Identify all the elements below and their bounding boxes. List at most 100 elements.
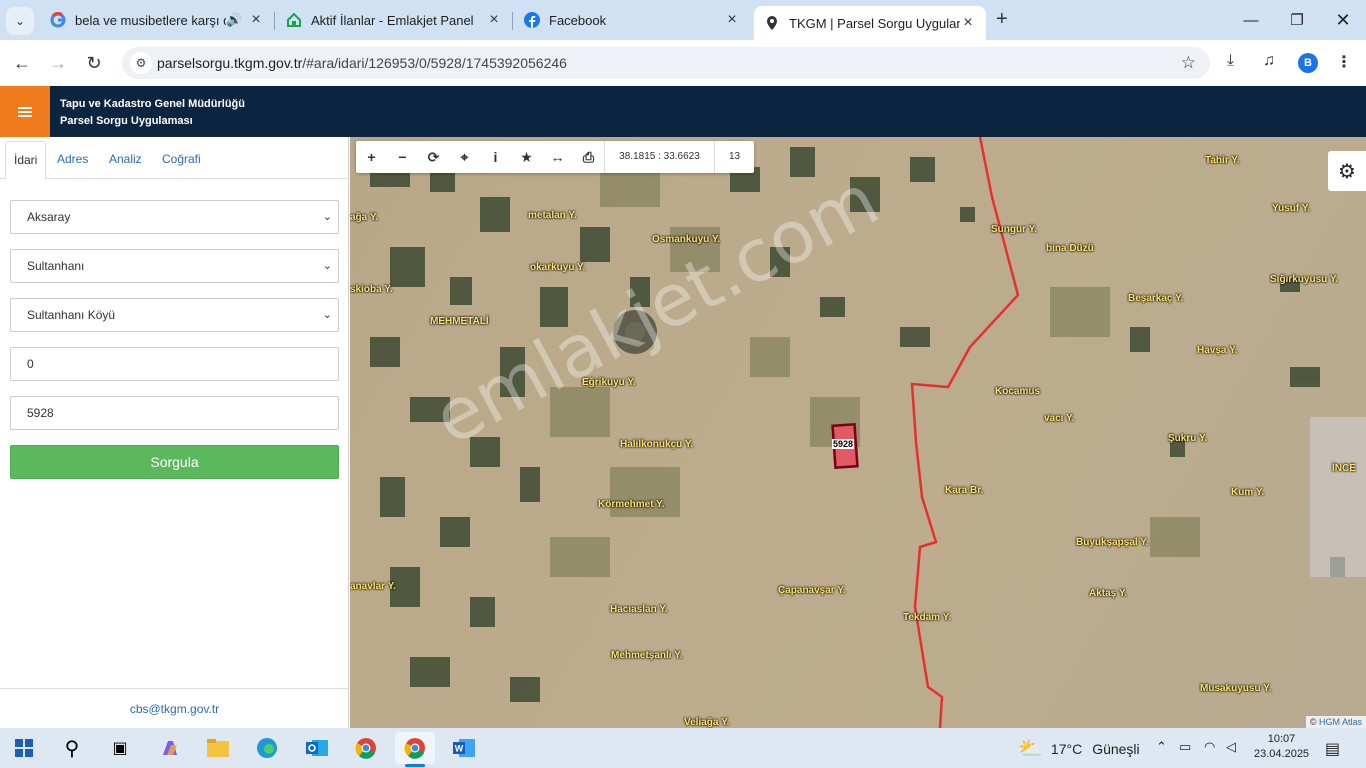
tab-search-button[interactable]: ⌄ [6,7,34,35]
chevron-up-icon[interactable]: ⌃ [1156,739,1167,755]
place-label: Körmehmet Y. [598,499,665,510]
menu-button[interactable] [0,86,50,137]
district-select[interactable]: Sultanhanı ⌄ [10,249,339,283]
browser-tab-tkgm[interactable]: TKGM | Parsel Sorgu Uygulamas × [754,6,986,40]
outlook-icon[interactable] [297,732,337,764]
place-label: Çapanavşar Y. [778,585,846,596]
place-label: Sungur Y. [991,224,1037,235]
emlakjet-icon [286,12,302,28]
time: 10:07 [1267,733,1296,745]
chrome-icon[interactable] [346,732,386,764]
windows-start-icon[interactable] [4,732,44,764]
chrome-active-icon[interactable] [395,732,435,767]
block-input[interactable]: 0 [10,347,339,381]
close-tab-icon[interactable]: × [248,11,264,29]
settings-gear-icon[interactable]: ⚙ [1328,151,1366,191]
browser-tab-emlakjet[interactable]: Aktif İlanlar - Emlakjet Panel × [276,0,512,40]
wifi-icon[interactable]: ◠ [1204,739,1215,755]
url-path: /#ara/idari/126953/0/5928/1745392056246 [302,55,567,71]
locate-icon[interactable]: ⌖ [449,141,480,173]
place-label: Mehmetşanlı Y. [611,650,683,661]
info-icon[interactable]: i [480,141,511,173]
sun-cloud-icon: ⛅ [1018,738,1043,760]
place-label: Yusuf Y. [1272,203,1311,214]
word-icon[interactable]: W [444,732,484,764]
query-sidebar: İdari Adres Analiz Coğrafi Aksaray ⌄ Sul… [0,137,349,728]
url-text[interactable]: parselsorgu.tkgm.gov.tr/#ara/idari/12695… [157,55,567,71]
star-icon[interactable]: ★ [511,141,542,173]
close-tab-icon[interactable]: × [486,11,502,29]
more-menu-icon[interactable]: ⋮ [1336,52,1352,72]
task-view-icon[interactable]: ▣ [100,732,140,764]
close-icon: ✕ [1335,9,1351,30]
place-label: bina Düzü [1046,243,1094,254]
district-value: Sultanhanı [27,259,85,273]
close-tab-icon[interactable]: × [960,14,976,32]
speaker-icon[interactable]: 🔊 [226,12,242,28]
map-view[interactable]: emlakjet.com metalan Y. Osmankuyu Y. okark… [350,137,1366,728]
volume-icon[interactable]: ◁ [1226,739,1236,755]
search-icon[interactable]: ⚲ [52,732,92,764]
battery-icon[interactable]: ▭ [1179,739,1191,755]
hamburger-icon [18,110,32,113]
print-icon[interactable]: ⎙ [573,141,604,173]
profile-avatar[interactable]: B [1298,53,1318,73]
date: 23.04.2025 [1254,748,1310,760]
weather-widget[interactable]: ⛅ 17°C Güneşli [1018,736,1140,761]
close-window-button[interactable]: ✕ [1320,0,1366,40]
parcel-value: 5928 [27,406,54,420]
close-tab-icon[interactable]: × [724,11,740,29]
parcel-input[interactable]: 5928 [10,396,339,430]
url-host: parselsorgu.tkgm.gov.tr [157,55,303,71]
restore-button[interactable]: ❐ [1274,0,1320,40]
forward-button[interactable]: → [46,51,70,75]
place-label: Şukru Y. [1168,433,1208,444]
tab-analiz[interactable]: Analiz [101,141,150,179]
refresh-icon[interactable]: ⟳ [418,141,449,173]
place-label: Sığırkuyusu Y. [1270,274,1339,285]
tab-adres[interactable]: Adres [49,141,96,179]
browser-tab-strip: ⌄ bela ve musibetlere karşı du 🔊 × Aktif… [0,0,1366,40]
hgm-atlas-link[interactable]: HGM Atlas [1319,717,1362,727]
measure-icon[interactable]: ↔ [542,141,573,173]
place-label: metalan Y. [528,210,577,221]
edge-icon[interactable] [247,732,287,764]
place-label: Buyukşapşal Y. [1076,537,1149,548]
contact-email-link[interactable]: cbs@tkgm.gov.tr [0,688,349,728]
place-label: Kum Y. [1231,487,1265,498]
plus-icon: + [996,8,1008,30]
place-label: vacı Y. [1044,413,1075,424]
place-label: Kocamus [995,386,1041,397]
notifications-icon[interactable]: ▤ [1325,739,1340,759]
chevron-down-icon: ⌄ [322,260,332,272]
clock[interactable]: 10:07 23.04.2025 [1254,732,1309,762]
zoom-in-icon[interactable]: + [356,141,387,173]
restore-icon: ❐ [1290,12,1304,29]
query-button[interactable]: Sorgula [10,445,339,479]
browser-tab-facebook[interactable]: Facebook × [514,0,750,40]
browser-tab-google[interactable]: bela ve musibetlere karşı du 🔊 × [40,0,274,40]
back-button[interactable]: ← [10,51,34,75]
tab-title: TKGM | Parsel Sorgu Uygulamas [789,15,960,31]
place-label: Osmankuyu Y. [652,234,721,245]
map-attribution: © HGM Atlas [1305,716,1366,728]
media-control-icon[interactable]: ♫ [1263,52,1275,70]
chevron-down-icon: ⌄ [322,211,332,223]
zoom-out-icon[interactable]: − [387,141,418,173]
tab-idari[interactable]: İdari [5,141,47,180]
reload-button[interactable]: ↻ [82,51,106,75]
bookmark-star-icon[interactable]: ☆ [1181,53,1196,73]
neighborhood-value: Sultanhanı Köyü [27,308,116,322]
province-select[interactable]: Aksaray ⌄ [10,200,339,234]
address-bar[interactable]: ⚙ parselsorgu.tkgm.gov.tr/#ara/idari/126… [122,47,1210,79]
neighborhood-select[interactable]: Sultanhanı Köyü ⌄ [10,298,339,332]
copilot-icon[interactable] [150,732,190,764]
google-icon [50,12,66,28]
minimize-button[interactable]: — [1228,0,1274,40]
download-icon[interactable]: ⤓ [1227,52,1234,70]
tab-cografi[interactable]: Coğrafi [154,141,209,179]
site-info-icon[interactable]: ⚙ [130,52,152,74]
new-tab-button[interactable]: + [996,8,1008,31]
place-label: skioba Y. [350,284,393,295]
file-explorer-icon[interactable] [198,732,238,764]
